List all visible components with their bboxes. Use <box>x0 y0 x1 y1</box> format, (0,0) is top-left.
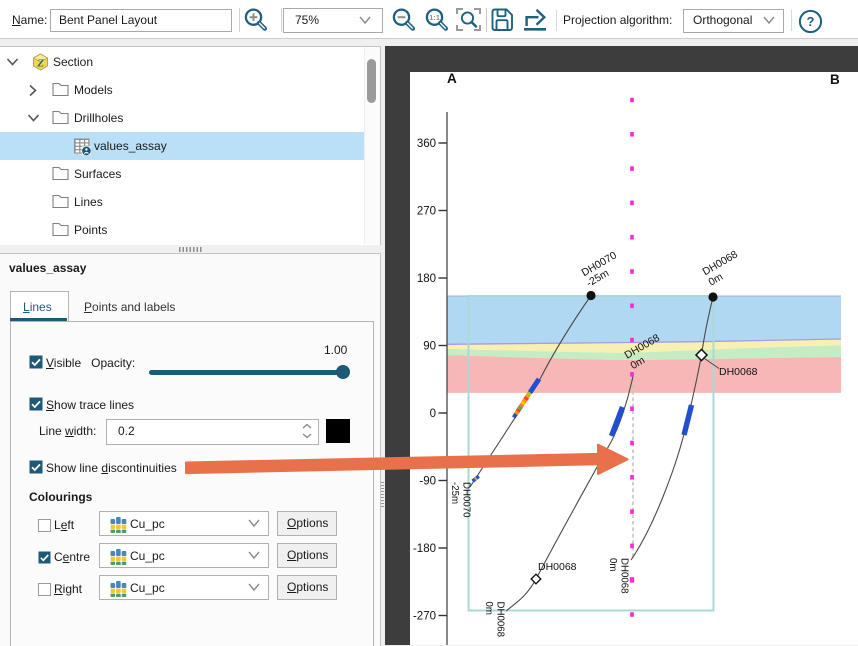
svg-text:B: B <box>830 72 840 87</box>
svg-text:?: ? <box>807 14 815 29</box>
svg-text:-180: -180 <box>413 543 436 555</box>
svg-text:-270: -270 <box>413 611 436 623</box>
svg-text:DH00680m: DH00680m <box>701 248 747 288</box>
svg-text:0: 0 <box>430 408 436 420</box>
svg-text:270: 270 <box>417 206 436 218</box>
svg-text:DH0070-25m: DH0070-25m <box>579 249 625 289</box>
svg-text:DH0068: DH0068 <box>719 366 758 378</box>
svg-text:1:1: 1:1 <box>429 13 440 22</box>
svg-text:DH0068: DH0068 <box>538 561 577 573</box>
svg-text:180: 180 <box>417 273 436 285</box>
svg-text:360: 360 <box>417 138 436 150</box>
svg-text:A: A <box>447 72 457 86</box>
svg-text:Z: Z <box>36 57 44 69</box>
svg-text:DH00680m: DH00680m <box>607 558 630 594</box>
svg-text:DH00680m: DH00680m <box>483 602 506 638</box>
svg-text:90: 90 <box>423 341 436 353</box>
